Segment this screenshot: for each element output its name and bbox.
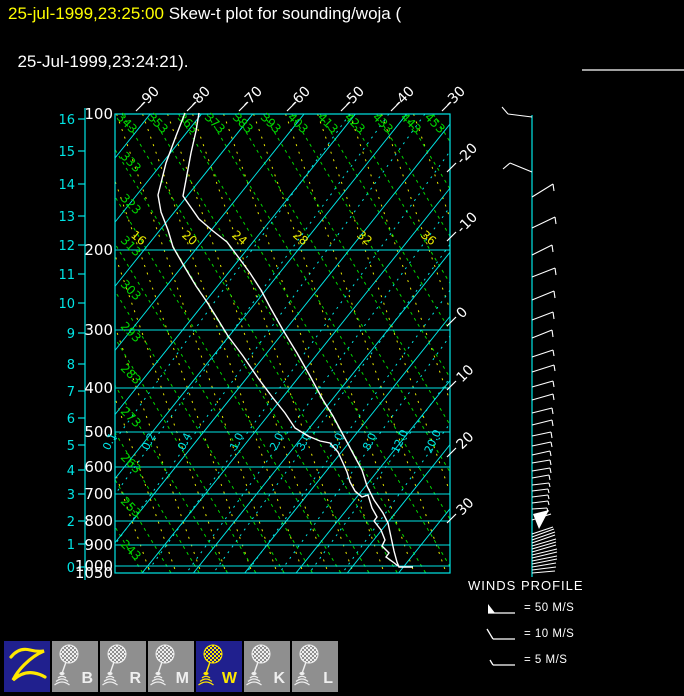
svg-text:-10: -10 [454, 209, 481, 236]
toolbar-button-b[interactable]: B [52, 641, 98, 692]
svg-text:14: 14 [58, 178, 75, 193]
button-letter: L [323, 670, 333, 687]
svg-text:16: 16 [58, 113, 75, 128]
wind-barb-10-icon [486, 628, 515, 640]
button-letter: B [81, 670, 93, 687]
legend-label: = 5 M/S [524, 653, 568, 666]
svg-text:800: 800 [84, 512, 113, 530]
svg-text:20: 20 [454, 429, 478, 453]
svg-text:15: 15 [58, 145, 75, 160]
svg-text:36: 36 [418, 228, 439, 249]
svg-text:263: 263 [118, 450, 144, 476]
button-letter: M [175, 670, 189, 687]
svg-text:28: 28 [290, 228, 311, 249]
button-letter: W [221, 670, 237, 687]
svg-text:0: 0 [67, 561, 75, 576]
svg-text:3: 3 [67, 488, 75, 503]
svg-text:1050: 1050 [75, 564, 113, 582]
winds-profile-label: WINDS PROFILE [468, 578, 584, 593]
z-logo-icon [9, 647, 47, 682]
svg-text:1: 1 [67, 538, 75, 553]
svg-text:6: 6 [67, 412, 75, 427]
toolbar-button-l[interactable]: L [292, 641, 338, 692]
legend-label: = 50 M/S [524, 601, 575, 614]
svg-text:9: 9 [67, 327, 75, 342]
svg-text:600: 600 [84, 458, 113, 476]
grid-dashed [115, 114, 450, 573]
legend-item-10ms: = 10 M/S [484, 622, 584, 645]
toolbar-button-k[interactable]: K [244, 641, 290, 692]
toolbar-button-m[interactable]: M [148, 641, 194, 692]
svg-text:20: 20 [179, 228, 200, 249]
svg-text:0.2: 0.2 [139, 431, 158, 452]
svg-text:24: 24 [229, 228, 250, 249]
svg-text:12: 12 [58, 239, 75, 254]
svg-text:243: 243 [118, 537, 144, 563]
button-letter: R [129, 670, 141, 687]
winds-legend: WINDS PROFILE = 50 M/S = 10 M/S = 5 M/S [468, 578, 584, 671]
svg-text:8.0: 8.0 [360, 431, 379, 452]
svg-text:8: 8 [67, 358, 75, 373]
svg-text:7: 7 [67, 385, 75, 400]
sounding-traces [157, 112, 413, 568]
svg-text:1.0: 1.0 [227, 431, 246, 452]
toolbar-button-r[interactable]: R [100, 641, 146, 692]
legend-label: = 10 M/S [524, 627, 575, 640]
button-letter: K [273, 670, 285, 687]
svg-text:333: 333 [118, 149, 144, 175]
svg-text:900: 900 [84, 536, 113, 554]
svg-text:303: 303 [118, 277, 144, 303]
svg-text:11: 11 [58, 268, 75, 283]
svg-text:10: 10 [58, 297, 75, 312]
svg-text:0: 0 [454, 304, 472, 322]
svg-text:400: 400 [84, 379, 113, 397]
svg-text:2: 2 [67, 515, 75, 530]
svg-text:200: 200 [84, 241, 113, 259]
winds-profile [501, 106, 558, 577]
legend-item-50ms: = 50 M/S [484, 596, 584, 619]
svg-text:4: 4 [67, 464, 75, 479]
svg-text:2.0: 2.0 [267, 431, 286, 452]
isobars [114, 113, 451, 574]
toolbar-button-z[interactable] [4, 641, 50, 692]
toolbar: B R M W K L [4, 641, 338, 692]
toolbar-button-w[interactable]: W [196, 641, 242, 692]
svg-text:5: 5 [67, 439, 75, 454]
wind-barb-5-icon [489, 659, 515, 666]
svg-text:30: 30 [454, 495, 478, 519]
legend-item-5ms: = 5 M/S [484, 648, 584, 671]
axes: 1615141312111098765432101002003004005006… [58, 105, 113, 582]
svg-text:32: 32 [354, 228, 375, 249]
svg-text:10: 10 [454, 362, 478, 386]
svg-text:13: 13 [58, 210, 75, 225]
wind-flag [533, 510, 549, 529]
wind-flag-50-icon [488, 603, 515, 614]
svg-text:300: 300 [84, 321, 113, 339]
temperature-trace [182, 112, 413, 568]
svg-text:-20: -20 [454, 140, 481, 167]
app-window: 25-jul-1999,23:25:00 Skew-t plot for sou… [0, 0, 684, 696]
svg-text:100: 100 [84, 105, 113, 123]
svg-text:253: 253 [118, 494, 144, 520]
svg-text:700: 700 [84, 485, 113, 503]
svg-text:0.4: 0.4 [175, 431, 194, 452]
